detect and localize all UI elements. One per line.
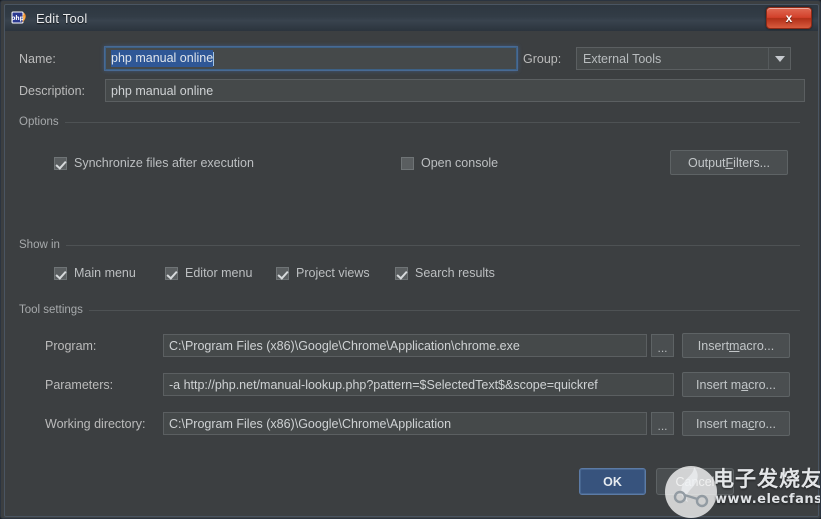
checkbox-label: Main menu bbox=[74, 266, 136, 280]
checkbox-main-menu[interactable]: Main menu bbox=[54, 266, 136, 280]
ellipsis-icon: ... bbox=[657, 341, 668, 355]
name-input[interactable]: php manual online bbox=[105, 47, 517, 70]
parameters-insert-macro-button[interactable]: Insert m a cro... bbox=[682, 372, 790, 397]
group-select[interactable]: External Tools bbox=[576, 47, 791, 70]
divider bbox=[88, 309, 800, 311]
checkbox-icon bbox=[395, 266, 408, 280]
program-insert-macro-button[interactable]: Insert m acro... bbox=[682, 333, 790, 358]
checkbox-editor-menu[interactable]: Editor menu bbox=[165, 266, 252, 280]
checkbox-icon bbox=[165, 266, 178, 280]
parameters-label: Parameters: bbox=[45, 377, 114, 392]
checkbox-synchronize-files[interactable]: Synchronize files after execution bbox=[54, 156, 254, 170]
tool-settings-section-label: Tool settings bbox=[19, 304, 83, 316]
description-input[interactable]: php manual online bbox=[105, 79, 805, 102]
checkbox-icon bbox=[54, 156, 67, 170]
working-directory-label: Working directory: bbox=[45, 416, 146, 431]
checkbox-icon bbox=[54, 266, 67, 280]
working-directory-browse-button[interactable]: ... bbox=[651, 412, 674, 435]
show-in-section-label: Show in bbox=[19, 239, 60, 251]
checkbox-open-console[interactable]: Open console bbox=[401, 156, 498, 170]
ok-button[interactable]: OK bbox=[579, 468, 646, 495]
close-button[interactable]: x bbox=[766, 7, 812, 29]
options-section-label: Options bbox=[19, 116, 59, 128]
macro-prefix: Insert m bbox=[696, 377, 742, 392]
group-select-value: External Tools bbox=[583, 51, 662, 66]
macro-suffix: acro... bbox=[739, 338, 775, 353]
parameters-row: Parameters: -a http://php.net/manual-loo… bbox=[45, 372, 790, 397]
options-section-header: Options bbox=[19, 116, 800, 128]
program-input[interactable]: C:\Program Files (x86)\Google\Chrome\App… bbox=[163, 334, 647, 357]
macro-suffix: cro... bbox=[748, 377, 776, 392]
description-row: Description: php manual online bbox=[19, 79, 805, 102]
group-row: Group: External Tools bbox=[523, 47, 791, 70]
cancel-button-label: Cancel bbox=[675, 474, 715, 489]
edit-tool-dialog: php Edit Tool x Name: php manual online … bbox=[0, 0, 821, 519]
output-filters-suffix: ilters... bbox=[733, 155, 770, 170]
close-icon: x bbox=[785, 11, 793, 25]
output-filters-button[interactable]: Output Filters... bbox=[670, 150, 788, 175]
program-input-value: C:\Program Files (x86)\Google\Chrome\App… bbox=[169, 338, 520, 353]
checkbox-label: Editor menu bbox=[185, 266, 253, 280]
description-input-value: php manual online bbox=[111, 83, 214, 98]
name-row: Name: php manual online bbox=[19, 47, 517, 70]
macro-mnemonic: a bbox=[741, 377, 749, 392]
show-in-section-header: Show in bbox=[19, 239, 800, 251]
divider bbox=[65, 244, 800, 246]
working-directory-row: Working directory: C:\Program Files (x86… bbox=[45, 411, 790, 436]
checkbox-search-results[interactable]: Search results bbox=[395, 266, 495, 280]
macro-suffix: ro... bbox=[754, 416, 776, 431]
name-label: Name: bbox=[19, 51, 56, 66]
php-storm-icon: php bbox=[11, 9, 29, 27]
name-input-value: php manual online bbox=[111, 50, 214, 67]
title-bar: php Edit Tool x bbox=[5, 5, 818, 32]
macro-mnemonic: m bbox=[729, 338, 740, 353]
ellipsis-icon: ... bbox=[657, 419, 668, 433]
text-caret bbox=[213, 51, 215, 66]
group-label: Group: bbox=[523, 51, 562, 66]
program-row: Program: C:\Program Files (x86)\Google\C… bbox=[45, 333, 790, 358]
parameters-input-value: -a http://php.net/manual-lookup.php?patt… bbox=[169, 377, 598, 392]
divider bbox=[64, 121, 800, 123]
cancel-button[interactable]: Cancel bbox=[656, 468, 734, 495]
ok-button-label: OK bbox=[603, 474, 622, 489]
checkbox-icon bbox=[401, 156, 414, 170]
description-label: Description: bbox=[19, 83, 85, 98]
working-directory-input[interactable]: C:\Program Files (x86)\Google\Chrome\App… bbox=[163, 412, 647, 435]
checkbox-label: Open console bbox=[421, 156, 499, 170]
chevron-down-icon bbox=[768, 48, 790, 69]
window-title: Edit Tool bbox=[36, 10, 88, 26]
working-directory-insert-macro-button[interactable]: Insert ma c ro... bbox=[682, 411, 790, 436]
parameters-input[interactable]: -a http://php.net/manual-lookup.php?patt… bbox=[163, 373, 674, 396]
dialog-content: Name: php manual online Group: External … bbox=[5, 31, 818, 516]
working-directory-input-value: C:\Program Files (x86)\Google\Chrome\App… bbox=[169, 416, 452, 431]
output-filters-mnemonic: F bbox=[725, 155, 734, 170]
checkbox-label: Synchronize files after execution bbox=[74, 156, 254, 170]
checkbox-label: Search results bbox=[415, 266, 495, 280]
macro-prefix: Insert ma bbox=[696, 416, 749, 431]
output-filters-prefix: Output bbox=[688, 155, 726, 170]
program-browse-button[interactable]: ... bbox=[651, 334, 674, 357]
checkbox-icon bbox=[276, 266, 289, 280]
checkbox-label: Project views bbox=[296, 266, 370, 280]
checkbox-project-views[interactable]: Project views bbox=[276, 266, 370, 280]
tool-settings-section-header: Tool settings bbox=[19, 304, 800, 316]
program-label: Program: bbox=[45, 338, 97, 353]
macro-prefix: Insert bbox=[697, 338, 730, 353]
